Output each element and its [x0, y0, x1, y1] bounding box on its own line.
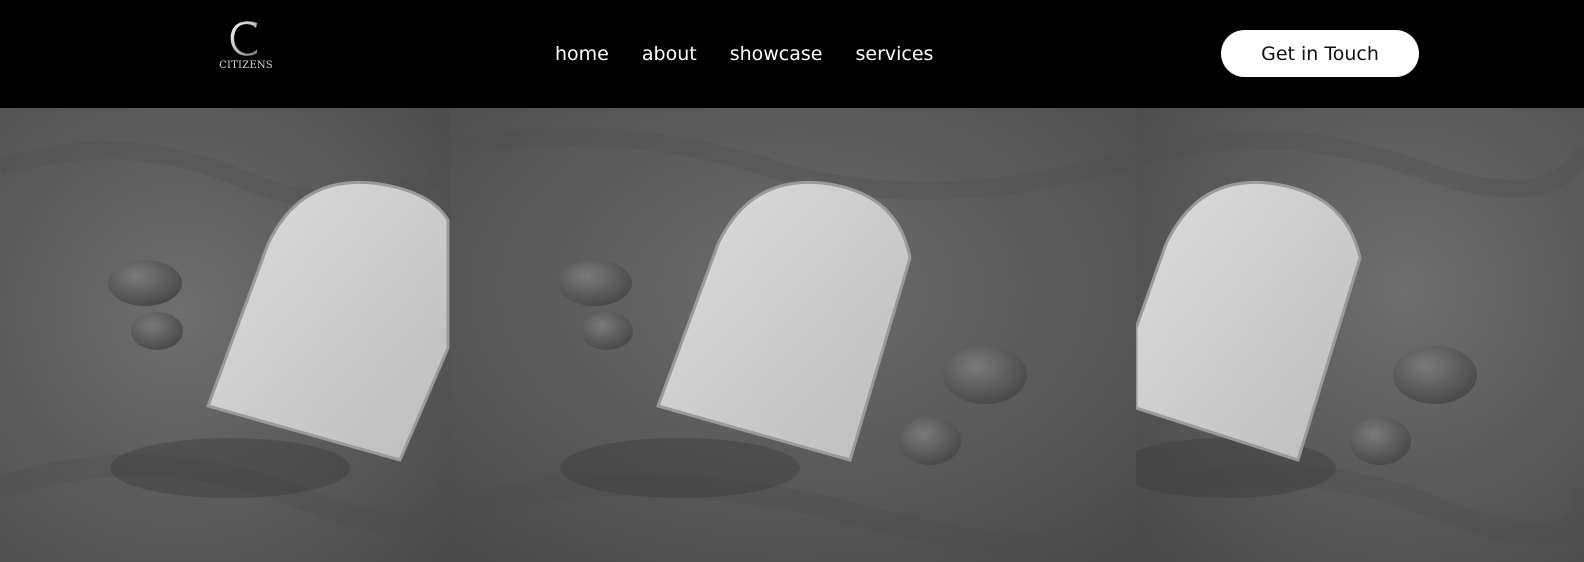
main-nav: home about showcase services: [555, 42, 933, 66]
mirror-sand-image: [450, 108, 1136, 562]
site-header: CITIZENS home about showcase services Ge…: [0, 0, 1584, 108]
hero-image-strip: [0, 108, 1584, 562]
citizens-c-icon: [230, 21, 257, 56]
get-in-touch-button[interactable]: Get in Touch: [1221, 30, 1419, 77]
brand-name: CITIZENS: [219, 60, 273, 71]
nav-services-link[interactable]: services: [856, 42, 934, 66]
mirror-sand-image: [1136, 108, 1584, 562]
nav-showcase-link[interactable]: showcase: [730, 42, 823, 66]
nav-home-link[interactable]: home: [555, 42, 609, 66]
hero-panel-2: [450, 108, 1136, 562]
mirror-sand-image: [0, 108, 450, 562]
hero-panel-1: [0, 108, 450, 562]
brand-logo[interactable]: CITIZENS: [216, 20, 276, 76]
nav-about-link[interactable]: about: [642, 42, 697, 66]
hero-panel-3: [1136, 108, 1584, 562]
